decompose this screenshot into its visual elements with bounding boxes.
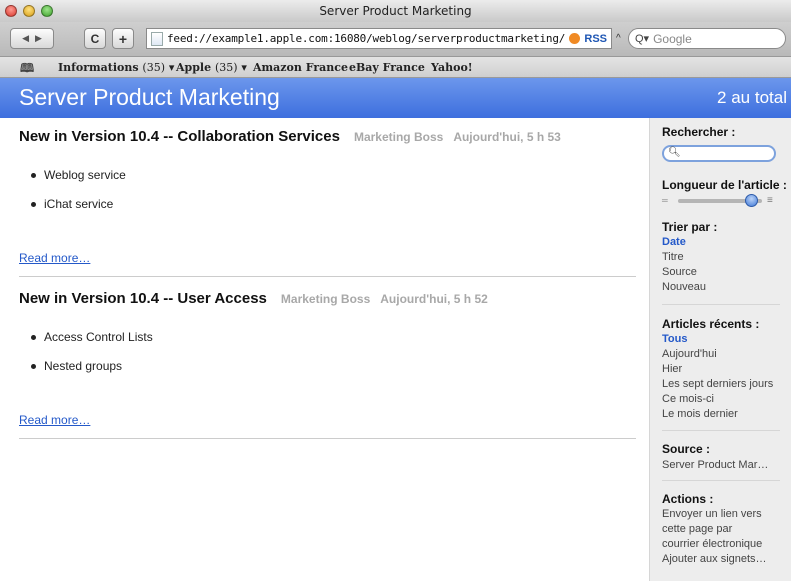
sidebar-divider bbox=[662, 430, 780, 431]
short-length-icon: ═ bbox=[662, 196, 668, 205]
recent-option-this-month[interactable]: Ce mois-ci bbox=[662, 393, 714, 405]
back-forward-button[interactable]: ◀ ▶ bbox=[10, 28, 54, 49]
book-icon[interactable]: 🕮 bbox=[20, 59, 34, 80]
long-length-icon: ≡ bbox=[767, 195, 773, 206]
reload-button[interactable]: C bbox=[84, 28, 106, 49]
list-item: Nested groups bbox=[31, 359, 122, 373]
search-icon[interactable]: Q▾ bbox=[635, 32, 649, 45]
bookmark-amazon-france[interactable]: Amazon France bbox=[253, 61, 348, 74]
browser-toolbar: ◀ ▶ C + feed://example1.apple.com:16080/… bbox=[0, 22, 791, 57]
bookmark-yahoo[interactable]: Yahoo! bbox=[431, 61, 473, 74]
search-icon: 🔍︎ bbox=[668, 147, 681, 158]
bookmarks-bar: 🕮 Informations (35) ▾ Apple (35) ▾ Amazo… bbox=[0, 57, 791, 78]
bookmark-informations[interactable]: Informations (35) ▾ bbox=[58, 61, 174, 74]
recent-option-today[interactable]: Aujourd'hui bbox=[662, 348, 717, 360]
list-item: Weblog service bbox=[31, 168, 126, 182]
articles-list: New in Version 10.4 -- Collaboration Ser… bbox=[0, 118, 649, 581]
sort-option-title[interactable]: Titre bbox=[662, 251, 684, 263]
action-add-bookmark[interactable]: Ajouter aux signets… bbox=[662, 553, 767, 565]
feed-title: Server Product Marketing bbox=[19, 84, 280, 110]
article-author: Marketing Boss bbox=[280, 292, 371, 306]
article-divider bbox=[19, 438, 636, 439]
list-item: iChat service bbox=[31, 197, 113, 211]
recent-option-yesterday[interactable]: Hier bbox=[662, 363, 682, 375]
sort-option-date[interactable]: Date bbox=[662, 236, 686, 248]
search-input[interactable]: 🔍︎ bbox=[662, 145, 776, 162]
actions-label: Actions : bbox=[662, 492, 714, 506]
rss-button[interactable]: RSS bbox=[569, 33, 607, 45]
source-label: Source : bbox=[662, 442, 711, 456]
article-divider bbox=[19, 276, 636, 277]
rss-icon bbox=[569, 33, 581, 44]
address-input[interactable]: feed://example1.apple.com:16080/weblog/s… bbox=[167, 32, 569, 45]
recent-option-last-7-days[interactable]: Les sept derniers jours bbox=[662, 378, 773, 390]
bookmark-apple[interactable]: Apple (35) ▾ bbox=[176, 61, 247, 74]
list-item: Access Control Lists bbox=[31, 330, 153, 344]
read-more-link[interactable]: Read more… bbox=[19, 413, 90, 427]
recent-articles-label: Articles récents : bbox=[662, 317, 760, 331]
article-date: Aujourd'hui, 5 h 53 bbox=[453, 130, 561, 144]
recent-option-last-month[interactable]: Le mois dernier bbox=[662, 408, 738, 420]
slider-knob[interactable] bbox=[745, 194, 758, 207]
address-bar[interactable]: feed://example1.apple.com:16080/weblog/s… bbox=[146, 28, 612, 49]
article-title[interactable]: New in Version 10.4 -- User Access Market… bbox=[19, 290, 488, 307]
bookmark-ebay-france[interactable]: eBay France bbox=[349, 61, 425, 74]
article-author: Marketing Boss bbox=[353, 130, 444, 144]
read-more-link[interactable]: Read more… bbox=[19, 251, 90, 265]
sidebar-divider bbox=[662, 480, 780, 481]
window-title: Server Product Marketing bbox=[319, 4, 472, 18]
chevron-up-icon[interactable]: ^ bbox=[616, 33, 621, 44]
rss-label: RSS bbox=[584, 32, 607, 45]
add-bookmark-button[interactable]: + bbox=[112, 28, 134, 49]
source-server-product-marketing[interactable]: Server Product Mar… bbox=[662, 459, 768, 471]
window-titlebar: Server Product Marketing bbox=[0, 0, 791, 22]
sort-option-new[interactable]: Nouveau bbox=[662, 281, 706, 293]
article-count: 2 au total bbox=[717, 88, 787, 107]
article-title[interactable]: New in Version 10.4 -- Collaboration Ser… bbox=[19, 128, 561, 145]
search-label: Rechercher : bbox=[662, 125, 736, 139]
feed-sidebar: Rechercher : 🔍︎ Longueur de l'article : … bbox=[649, 118, 791, 581]
search-placeholder: Google bbox=[653, 31, 692, 46]
action-email-link-line3[interactable]: courrier électronique bbox=[662, 538, 762, 550]
sidebar-divider bbox=[662, 304, 780, 305]
sort-label: Trier par : bbox=[662, 220, 718, 234]
page-icon bbox=[151, 31, 163, 46]
action-email-link-line2[interactable]: cette page par bbox=[662, 523, 732, 535]
forward-arrow-icon[interactable]: ▶ bbox=[35, 33, 42, 44]
feed-header: Server Product Marketing 2 au total bbox=[0, 78, 791, 118]
back-arrow-icon[interactable]: ◀ bbox=[22, 33, 29, 44]
action-email-link-line1[interactable]: Envoyer un lien vers bbox=[662, 508, 762, 520]
recent-option-all[interactable]: Tous bbox=[662, 333, 687, 345]
sort-option-source[interactable]: Source bbox=[662, 266, 697, 278]
article-date: Aujourd'hui, 5 h 52 bbox=[380, 292, 488, 306]
article-length-label: Longueur de l'article : bbox=[662, 178, 787, 192]
google-search-field[interactable]: Q▾ Google bbox=[628, 28, 786, 49]
